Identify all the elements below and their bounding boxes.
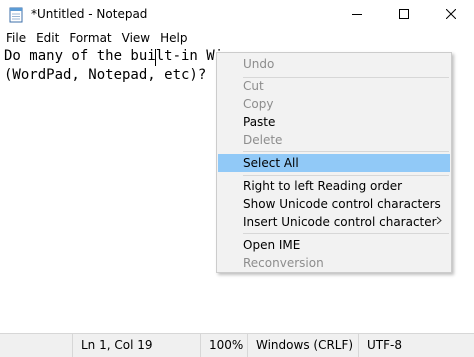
window-title: *Untitled - Notepad: [31, 7, 148, 21]
maximize-icon: [399, 8, 409, 22]
menu-separator: [243, 175, 449, 176]
menu-item-undo[interactable]: Undo: [218, 55, 450, 73]
menu-edit[interactable]: Edit: [31, 30, 64, 47]
menu-item-reconversion[interactable]: Reconversion: [218, 254, 450, 272]
menu-item-show-unicode[interactable]: Show Unicode control characters: [218, 195, 450, 213]
menu-item-insert-unicode[interactable]: Insert Unicode control character: [218, 213, 450, 231]
line-ending: Windows (CRLF): [247, 334, 358, 357]
editor-content[interactable]: Do many of the built-in Wi (WordPad, Not…: [4, 47, 223, 85]
menu-help[interactable]: Help: [155, 30, 192, 47]
menu-item-label: Insert Unicode control character: [243, 215, 437, 229]
menu-format[interactable]: Format: [64, 30, 116, 47]
minimize-button[interactable]: [334, 0, 380, 30]
context-menu: Undo Cut Copy Paste Delete Select All Ri…: [216, 52, 452, 273]
close-icon: [445, 8, 457, 22]
notepad-icon: [8, 6, 24, 23]
menu-file[interactable]: File: [0, 30, 31, 47]
menu-bar: File Edit Format View Help: [0, 30, 474, 47]
menu-item-copy[interactable]: Copy: [218, 95, 450, 113]
menu-item-delete[interactable]: Delete: [218, 131, 450, 149]
menu-item-cut[interactable]: Cut: [218, 77, 450, 95]
close-button[interactable]: [428, 0, 474, 30]
menu-item-paste[interactable]: Paste: [218, 113, 450, 131]
cursor-position: Ln 1, Col 19: [72, 334, 200, 357]
menu-separator: [243, 151, 449, 152]
encoding: UTF-8: [358, 334, 474, 357]
chevron-right-icon: [436, 213, 442, 231]
zoom-level: 100%: [200, 334, 247, 357]
status-bar: Ln 1, Col 19 100% Windows (CRLF) UTF-8: [0, 333, 474, 357]
minimize-icon: [352, 8, 362, 22]
menu-item-right-to-left[interactable]: Right to left Reading order: [218, 177, 450, 195]
menu-item-select-all[interactable]: Select All: [218, 154, 450, 172]
menu-view[interactable]: View: [117, 30, 155, 47]
text-caret: [155, 49, 156, 66]
editor-line: Do many of the built-in Wi: [4, 48, 224, 64]
maximize-button[interactable]: [381, 0, 427, 30]
editor-line: (WordPad, Notepad, etc)?: [4, 67, 207, 83]
menu-separator: [243, 233, 449, 234]
title-bar[interactable]: *Untitled - Notepad: [0, 0, 474, 30]
menu-item-open-ime[interactable]: Open IME: [218, 236, 450, 254]
